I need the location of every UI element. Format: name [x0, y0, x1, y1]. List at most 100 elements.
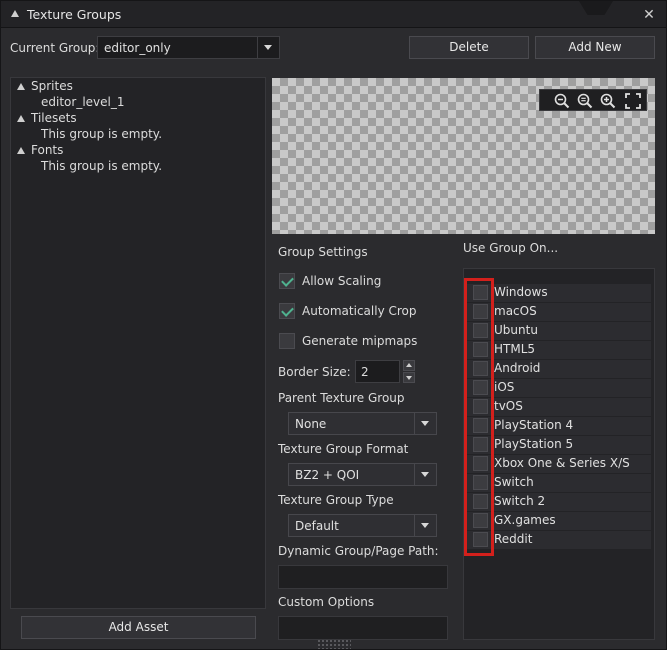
platform-checkbox[interactable] [473, 513, 488, 528]
mipmaps-label: Generate mipmaps [302, 334, 418, 348]
tree-item-tilesets[interactable]: Tilesets [31, 111, 77, 125]
platform-row[interactable]: iOS [467, 379, 651, 397]
add-new-button[interactable]: Add New [535, 36, 655, 59]
platform-checkbox[interactable] [473, 418, 488, 433]
platform-label: Windows [494, 285, 548, 299]
parent-group-value: None [295, 417, 327, 431]
platform-label: macOS [494, 304, 537, 318]
dynamic-path-input[interactable] [278, 565, 448, 589]
current-group-label: Current Group: [10, 41, 100, 55]
chevron-down-icon [414, 413, 436, 434]
zoom-in-icon[interactable] [599, 92, 617, 110]
texture-groups-window: Texture Groups ✕ Current Group: editor_o… [0, 0, 667, 650]
expand-tilesets-icon[interactable] [17, 115, 25, 122]
chevron-down-icon [414, 515, 436, 536]
resize-grip[interactable] [317, 639, 351, 649]
custom-options-label: Custom Options [278, 595, 375, 609]
platform-checkbox[interactable] [473, 532, 488, 547]
platform-checkbox[interactable] [473, 456, 488, 471]
stepper-up-icon[interactable] [403, 360, 415, 371]
fonts-empty-text: This group is empty. [41, 159, 163, 173]
platform-row[interactable]: Switch [467, 474, 651, 492]
group-settings-heading: Group Settings [278, 245, 368, 259]
use-group-on-heading: Use Group On... [463, 241, 559, 255]
expand-sprites-icon[interactable] [17, 83, 25, 90]
auto-crop-label: Automatically Crop [302, 304, 417, 318]
border-size-input[interactable]: 2 [355, 360, 400, 383]
type-value: Default [295, 519, 339, 533]
platform-checkbox[interactable] [473, 399, 488, 414]
platform-checkbox[interactable] [473, 475, 488, 490]
current-group-dropdown[interactable]: editor_only [97, 36, 280, 59]
parent-group-label: Parent Texture Group [278, 391, 405, 405]
auto-crop-checkbox[interactable] [279, 303, 295, 319]
mipmaps-checkbox[interactable] [279, 333, 295, 349]
allow-scaling-checkbox[interactable] [279, 273, 295, 289]
platform-checkbox[interactable] [473, 285, 488, 300]
tree-item-editor-level-1[interactable]: editor_level_1 [41, 95, 124, 109]
custom-options-input[interactable] [278, 616, 448, 640]
collapse-arrow-icon[interactable] [11, 10, 19, 17]
border-size-value: 2 [361, 365, 369, 379]
type-label: Texture Group Type [278, 493, 394, 507]
platform-row[interactable]: Windows [467, 284, 651, 302]
platform-checkbox[interactable] [473, 342, 488, 357]
platform-row[interactable]: PlayStation 4 [467, 417, 651, 435]
window-title: Texture Groups [27, 7, 122, 22]
chevron-down-icon [257, 37, 279, 58]
format-dropdown[interactable]: BZ2 + QOI [288, 463, 437, 486]
platform-row[interactable]: HTML5 [467, 341, 651, 359]
platform-row[interactable]: macOS [467, 303, 651, 321]
format-value: BZ2 + QOI [295, 468, 360, 482]
platform-checkbox[interactable] [473, 437, 488, 452]
allow-scaling-label: Allow Scaling [302, 274, 382, 288]
fullscreen-icon[interactable] [624, 92, 642, 110]
type-dropdown[interactable]: Default [288, 514, 437, 537]
platform-checkbox[interactable] [473, 380, 488, 395]
platform-row[interactable]: GX.games [467, 512, 651, 530]
expand-fonts-icon[interactable] [17, 147, 25, 154]
chevron-down-icon [414, 464, 436, 485]
platform-label: tvOS [494, 399, 523, 413]
platform-label: Switch [494, 475, 534, 489]
add-asset-button[interactable]: Add Asset [21, 616, 256, 639]
stepper-down-icon[interactable] [403, 372, 415, 383]
platform-checkbox[interactable] [473, 361, 488, 376]
tree-item-sprites[interactable]: Sprites [31, 79, 73, 93]
platform-checkbox[interactable] [473, 304, 488, 319]
delete-button[interactable]: Delete [409, 36, 529, 59]
parent-group-dropdown[interactable]: None [288, 412, 437, 435]
platform-label: iOS [494, 380, 515, 394]
zoom-toolbar [539, 89, 647, 111]
platform-label: PlayStation 5 [494, 437, 574, 451]
platform-row[interactable]: Reddit [467, 531, 651, 549]
dynamic-path-label: Dynamic Group/Page Path: [278, 544, 439, 558]
title-notch [579, 1, 613, 15]
zoom-reset-icon[interactable] [576, 92, 594, 110]
border-size-label: Border Size: [278, 365, 351, 379]
title-bar[interactable]: Texture Groups ✕ [1, 1, 666, 28]
tilesets-empty-text: This group is empty. [41, 127, 163, 141]
platform-checkbox[interactable] [473, 494, 488, 509]
platform-row[interactable]: Android [467, 360, 651, 378]
platform-row[interactable]: Ubuntu [467, 322, 651, 340]
platform-label: HTML5 [494, 342, 536, 356]
platform-row[interactable]: PlayStation 5 [467, 436, 651, 454]
platform-label: PlayStation 4 [494, 418, 574, 432]
platform-label: Ubuntu [494, 323, 538, 337]
current-group-value: editor_only [104, 41, 171, 55]
format-label: Texture Group Format [278, 442, 409, 456]
platform-label: Reddit [494, 532, 533, 546]
platform-row[interactable]: Switch 2 [467, 493, 651, 511]
platform-label: Android [494, 361, 541, 375]
close-icon[interactable]: ✕ [641, 7, 657, 23]
platform-label: Switch 2 [494, 494, 546, 508]
border-size-stepper[interactable] [403, 360, 415, 383]
platform-checkbox[interactable] [473, 323, 488, 338]
tree-item-fonts[interactable]: Fonts [31, 143, 63, 157]
platform-row[interactable]: tvOS [467, 398, 651, 416]
zoom-out-icon[interactable] [553, 92, 571, 110]
platform-label: GX.games [494, 513, 556, 527]
platform-row[interactable]: Xbox One & Series X/S [467, 455, 651, 473]
platform-label: Xbox One & Series X/S [494, 456, 630, 470]
